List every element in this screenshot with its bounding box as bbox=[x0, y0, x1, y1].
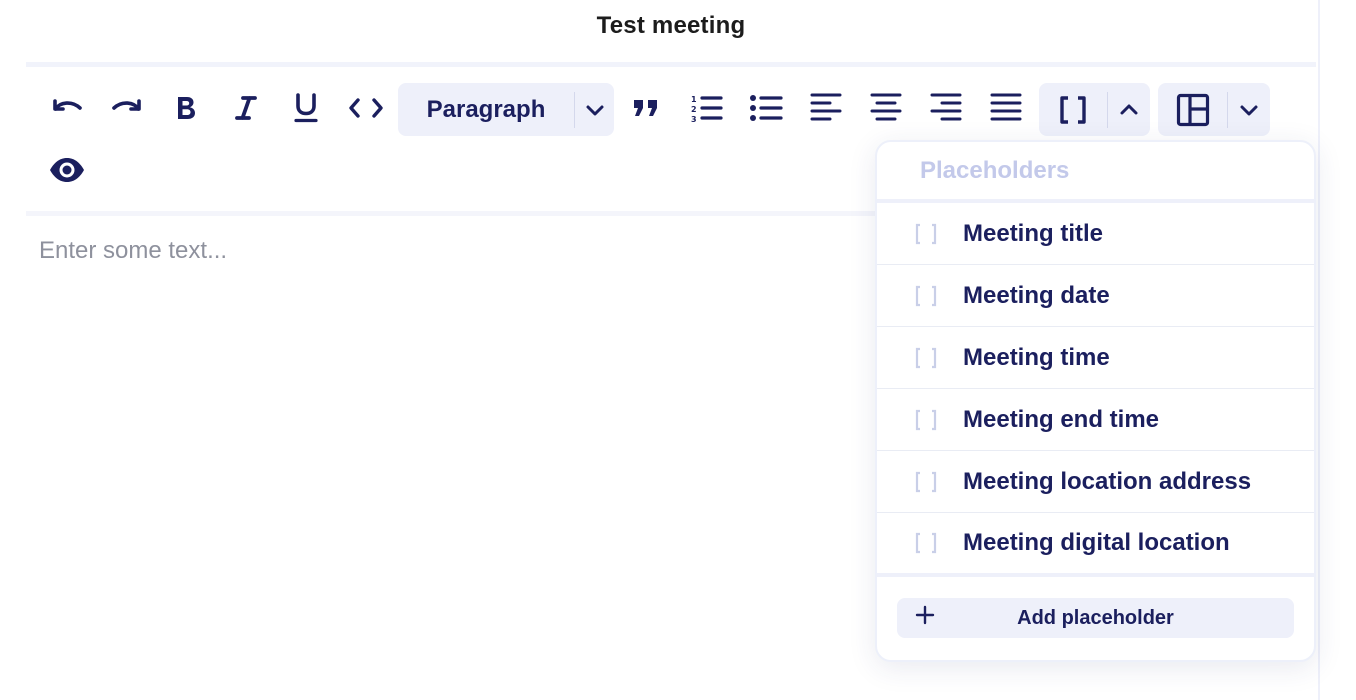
redo-icon bbox=[112, 99, 141, 111]
placeholder-item-meeting-date[interactable]: Meeting date bbox=[877, 265, 1314, 327]
italic-icon bbox=[235, 96, 257, 120]
ordered-list-icon: 1 2 3 bbox=[691, 95, 723, 123]
insert-placeholder-button[interactable] bbox=[1039, 83, 1107, 136]
brackets-icon bbox=[1060, 95, 1086, 124]
placeholders-menu-footer: Add placeholder bbox=[877, 577, 1314, 638]
placeholder-split-button bbox=[1039, 83, 1150, 136]
preview-button[interactable] bbox=[43, 146, 91, 194]
layout-menu-toggle[interactable] bbox=[1228, 83, 1270, 136]
undo-button[interactable] bbox=[43, 86, 91, 134]
code-button[interactable] bbox=[342, 84, 390, 132]
placeholder-item-meeting-location-address[interactable]: Meeting location address bbox=[877, 451, 1314, 513]
align-center-icon bbox=[870, 93, 902, 121]
redo-button[interactable] bbox=[103, 86, 151, 134]
placeholder-item-label: Meeting date bbox=[963, 281, 1110, 309]
placeholders-menu: Placeholders Meeting title Meeting date bbox=[875, 140, 1316, 662]
placeholder-menu-toggle[interactable] bbox=[1108, 83, 1150, 136]
placeholders-list: Meeting title Meeting date Meeting time bbox=[877, 203, 1314, 577]
placeholder-item-label: Meeting title bbox=[963, 219, 1104, 247]
brackets-icon bbox=[915, 409, 937, 430]
brackets-icon bbox=[915, 223, 937, 244]
bullet-list-icon bbox=[750, 95, 783, 121]
eye-icon bbox=[50, 158, 84, 182]
right-divider bbox=[1318, 0, 1320, 700]
align-center-button[interactable] bbox=[862, 84, 910, 132]
underline-button[interactable] bbox=[282, 84, 330, 132]
svg-text:2: 2 bbox=[691, 105, 697, 114]
layout-split-button bbox=[1158, 83, 1270, 136]
page-title: Test meeting bbox=[596, 12, 746, 39]
add-placeholder-button[interactable]: Add placeholder bbox=[897, 598, 1294, 638]
layout-button[interactable] bbox=[1158, 83, 1227, 136]
brackets-icon bbox=[915, 285, 937, 306]
editor-content[interactable] bbox=[39, 236, 859, 266]
ordered-list-button[interactable]: 1 2 3 bbox=[682, 84, 730, 132]
plus-icon bbox=[915, 605, 935, 625]
placeholder-item-meeting-time[interactable]: Meeting time bbox=[877, 327, 1314, 389]
brackets-icon bbox=[915, 532, 937, 554]
svg-text:1: 1 bbox=[691, 95, 697, 104]
align-left-button[interactable] bbox=[802, 84, 850, 132]
underline-icon bbox=[294, 93, 318, 123]
align-justify-button[interactable] bbox=[982, 84, 1030, 132]
align-left-icon bbox=[810, 93, 842, 121]
bold-button[interactable] bbox=[162, 84, 210, 132]
placeholder-item-meeting-end-time[interactable]: Meeting end time bbox=[877, 389, 1314, 451]
code-icon bbox=[349, 98, 383, 118]
block-format-select[interactable]: Paragraph bbox=[398, 83, 614, 136]
align-right-icon bbox=[930, 93, 962, 121]
placeholder-item-label: Meeting location address bbox=[963, 467, 1252, 495]
add-placeholder-label: Add placeholder bbox=[1017, 606, 1174, 629]
quote-icon bbox=[634, 100, 657, 116]
layout-icon bbox=[1176, 93, 1209, 126]
align-justify-icon bbox=[990, 93, 1022, 121]
blockquote-button[interactable] bbox=[622, 84, 670, 132]
brackets-icon bbox=[915, 347, 937, 368]
chevron-down-icon bbox=[586, 105, 603, 115]
align-right-button[interactable] bbox=[922, 84, 970, 132]
brackets-icon bbox=[915, 471, 937, 492]
block-format-chevron[interactable] bbox=[575, 83, 614, 136]
italic-button[interactable] bbox=[222, 84, 270, 132]
placeholder-item-label: Meeting time bbox=[963, 343, 1110, 371]
undo-icon bbox=[53, 99, 82, 111]
placeholder-item-meeting-title[interactable]: Meeting title bbox=[877, 203, 1314, 265]
placeholder-item-label: Meeting end time bbox=[963, 405, 1160, 433]
chevron-down-icon bbox=[1240, 105, 1258, 115]
placeholder-item-meeting-digital-location[interactable]: Meeting digital location bbox=[877, 513, 1314, 577]
chevron-up-icon bbox=[1120, 104, 1138, 114]
placeholder-item-label: Meeting digital location bbox=[963, 529, 1230, 556]
placeholders-menu-header: Placeholders bbox=[877, 142, 1314, 203]
block-format-value: Paragraph bbox=[426, 95, 546, 123]
toolbar-top-divider bbox=[26, 62, 1316, 67]
svg-text:3: 3 bbox=[691, 115, 697, 123]
bullet-list-button[interactable] bbox=[742, 84, 790, 132]
bold-icon bbox=[178, 97, 195, 119]
